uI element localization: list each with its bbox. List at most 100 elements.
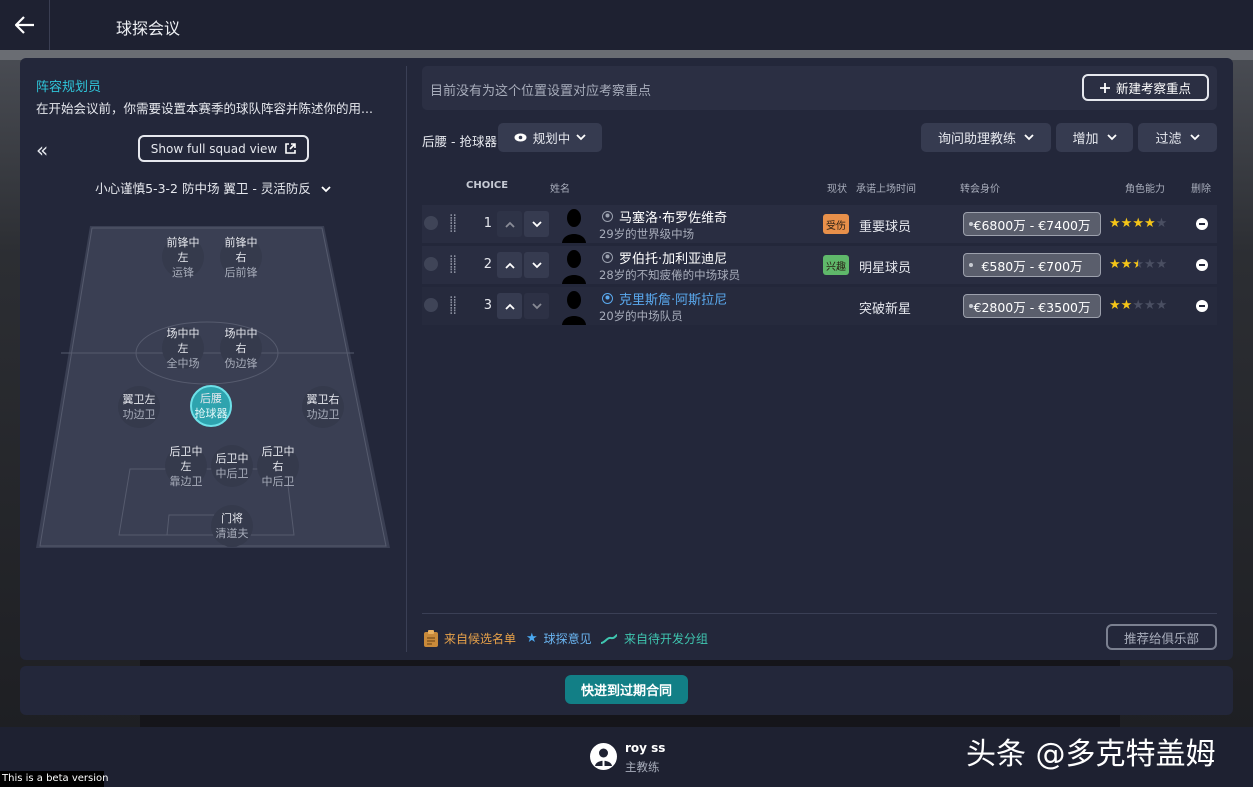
chevron-down-icon [531, 217, 542, 231]
position-cb-right[interactable]: 后卫中右 中后卫 [257, 444, 299, 488]
star-icon: ★ [1109, 298, 1121, 313]
col-name: 姓名 [550, 184, 570, 195]
player-name[interactable]: 马塞洛·布罗佐维奇 [619, 207, 727, 226]
plan-status-label: 规划中 [532, 131, 571, 146]
trend-icon [600, 633, 618, 644]
player-badge: 受伤 [823, 214, 849, 234]
arrow-left-icon [14, 16, 34, 34]
manager-role: 主教练 [625, 760, 660, 774]
star-icon: ★ [1120, 216, 1133, 231]
move-up-button[interactable] [497, 293, 522, 319]
back-button[interactable] [0, 0, 50, 50]
position-st-left[interactable]: 前锋中左 运锋 [162, 235, 204, 279]
col-ability: 角色能力 [1125, 184, 1165, 195]
player-name[interactable]: 克里斯詹·阿斯拉尼 [619, 289, 727, 308]
position-role: 全中场 [166, 356, 200, 370]
position-cb-center[interactable]: 后卫中 中后卫 [211, 445, 253, 487]
filter-label: 过滤 [1155, 132, 1182, 147]
player-row[interactable]: ⁞⁞ ⁞⁞ 2 罗伯托·加利亚迪尼 28岁的不知疲倦的中场球员 兴趣 明星球员 €… [422, 246, 1217, 284]
legend-dev-label: 来自待开发分组 [624, 632, 709, 646]
position-wb-right[interactable]: 翼卫右 功边卫 [302, 386, 344, 428]
remove-button[interactable] [1196, 259, 1208, 271]
show-full-squad-button[interactable]: Show full squad view [138, 135, 309, 162]
star-icon: ★ [1143, 298, 1156, 313]
legend-shortlist-label: 来自候选名单 [444, 632, 517, 646]
notice-text: 目前没有为这个位置设置对应考察重点 [430, 84, 652, 99]
chevron-down-icon [531, 258, 542, 272]
plan-status-dropdown[interactable]: 规划中 [498, 123, 602, 152]
transfer-value: €2800万 - €3500万 [963, 294, 1101, 318]
star-icon: ★ [1132, 216, 1144, 231]
player-name[interactable]: 罗伯托·加利亚迪尼 [619, 248, 727, 267]
player-silhouette-icon [562, 250, 586, 284]
position-role: 靠边卫 [169, 474, 203, 488]
position-cm-left[interactable]: 场中中左 全中场 [162, 327, 204, 370]
formation-pitch: 前锋中左 运锋 前锋中右 后前锋 场中中左 全中场 场中中右 伪边锋 翼卫左 功边卫 后腰… [36, 226, 390, 551]
main-panel: 阵容规划员 在开始会议前，你需要设置本赛季的球队阵容并陈述你的用... « Sh… [20, 58, 1233, 660]
ask-coach-dropdown[interactable]: 询问助理教练 [921, 123, 1051, 152]
manager-name: roy ss [625, 741, 666, 755]
move-down-button[interactable] [524, 211, 549, 237]
position-name: 后卫中右 [261, 444, 295, 473]
chevron-down-icon [1106, 134, 1117, 141]
clipboard-icon [424, 630, 438, 647]
position-wb-left[interactable]: 翼卫左 功边卫 [118, 386, 160, 428]
star-icon: ★ [1143, 216, 1156, 231]
new-focus-label: 新建考察重点 [1115, 81, 1191, 96]
tactic-selector[interactable]: 小心谨慎5-3-2 防中场 翼卫 - 灵活防反 [20, 178, 406, 197]
star-icon: ★ [1155, 298, 1168, 313]
drag-handle-icon[interactable]: ⁞⁞ ⁞⁞ [449, 213, 457, 235]
squad-planner-panel: 阵容规划员 在开始会议前，你需要设置本赛季的球队阵容并陈述你的用... « Sh… [20, 58, 406, 660]
minus-icon [1199, 305, 1205, 307]
person-icon [602, 211, 613, 222]
collapse-icon[interactable]: « [36, 138, 48, 162]
select-checkbox[interactable] [424, 298, 438, 312]
position-dm-selected[interactable]: 后腰 抢球器 [190, 385, 232, 427]
position-role: 伪边锋 [224, 356, 258, 370]
position-cm-right[interactable]: 场中中右 伪边锋 [220, 326, 262, 370]
shortlist-panel: 目前没有为这个位置设置对应考察重点 新建考察重点 后腰 - 抢球器 规划中 询问… [420, 58, 1225, 660]
remove-button[interactable] [1196, 300, 1208, 312]
fast-forward-button[interactable]: 快进到过期合同 [565, 675, 688, 704]
move-down-button[interactable] [524, 252, 549, 278]
playing-time-status: 重要球员 [859, 220, 912, 235]
position-name: 后腰 [200, 392, 222, 405]
chevron-down-icon [1189, 134, 1200, 141]
transfer-value: €6800万 - €7400万 [963, 212, 1101, 236]
position-st-right[interactable]: 前锋中右 后前锋 [220, 236, 262, 279]
position-gk[interactable]: 门将 清道夫 [211, 505, 253, 547]
add-dropdown[interactable]: 增加 [1056, 123, 1133, 152]
recommend-to-club-button[interactable]: 推荐给俱乐部 [1106, 624, 1217, 650]
transfer-value: €580万 - €700万 [963, 253, 1101, 277]
player-row[interactable]: ⁞⁞ ⁞⁞ 3 克里斯詹·阿斯拉尼 20岁的中场队员 突破新星 €2800万 - … [422, 287, 1217, 325]
squad-button-label: Show full squad view [150, 141, 278, 156]
player-description: 29岁的世界级中场 [599, 227, 695, 241]
chevron-down-icon [576, 134, 586, 141]
minus-icon [1199, 264, 1205, 266]
drag-handle-icon[interactable]: ⁞⁞ ⁞⁞ [449, 254, 457, 276]
panel-divider [406, 66, 407, 652]
player-silhouette-icon [562, 291, 586, 325]
position-name: 前锋中左 [166, 235, 200, 264]
filter-dropdown[interactable]: 过滤 [1138, 123, 1217, 152]
eye-icon [514, 133, 527, 142]
position-name: 后卫中左 [169, 444, 203, 473]
position-role: 清道夫 [215, 527, 249, 540]
position-role: 功边卫 [122, 408, 156, 421]
move-up-button[interactable] [497, 211, 522, 237]
player-row[interactable]: ⁞⁞ ⁞⁞ 1 马塞洛·布罗佐维奇 29岁的世界级中场 受伤 重要球员 €6800… [422, 205, 1217, 243]
new-focus-button[interactable]: 新建考察重点 [1082, 74, 1209, 101]
move-down-button[interactable] [524, 293, 549, 319]
top-bar: 球探会议 [0, 0, 1253, 50]
drag-handle-icon[interactable]: ⁞⁞ ⁞⁞ [449, 295, 457, 317]
legend-shortlist: 来自候选名单 [424, 630, 516, 647]
ask-coach-label: 询问助理教练 [937, 132, 1016, 147]
position-cb-left[interactable]: 后卫中左 靠边卫 [165, 444, 207, 488]
select-checkbox[interactable] [424, 257, 438, 271]
remove-button[interactable] [1196, 218, 1208, 230]
select-checkbox[interactable] [424, 216, 438, 230]
move-up-button[interactable] [497, 252, 522, 278]
position-name: 场中中右 [224, 326, 258, 355]
chevron-up-icon [504, 299, 515, 313]
star-icon: ★ [1109, 257, 1121, 272]
